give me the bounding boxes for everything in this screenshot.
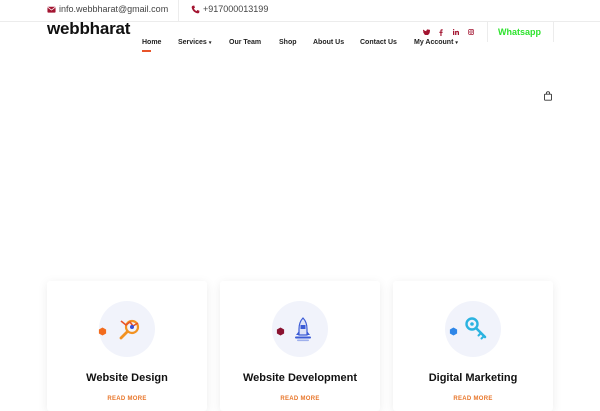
nav-label: About Us [313,39,345,46]
nav-label: Home [142,39,162,46]
card-title: Website Development [242,372,358,384]
nav-label: Our Team [229,39,262,46]
nav-label: Contact Us [360,39,397,46]
nav-item-shop[interactable]: Shop [279,39,297,46]
phone-text: +917000013199 [203,4,269,14]
instagram-icon[interactable] [467,28,475,36]
divider [553,22,554,42]
chevron-down-icon: ▾ [208,40,212,46]
phone-icon [191,5,200,14]
shopping-bag-icon[interactable] [543,88,553,101]
hexagon-icon [449,323,458,336]
facebook-icon[interactable] [437,28,445,36]
email-contact[interactable]: info.webbharat@gmail.com [47,4,168,14]
nav-item-about-us[interactable]: About Us [313,39,344,46]
service-card-website-development[interactable]: Website Development READ MORE [220,281,380,411]
phone-contact[interactable]: +917000013199 [191,4,268,14]
nav-label: My Account [414,39,454,46]
nav-label: Services [178,39,207,46]
service-card-digital-marketing[interactable]: Digital Marketing READ MORE [393,281,553,411]
whatsapp-button[interactable]: Whatsapp [498,27,541,37]
twitter-icon[interactable] [422,28,430,36]
nav-item-my-account[interactable]: My Account ▾ [414,39,458,46]
nav-item-our-team[interactable]: Our Team [229,39,261,46]
active-underline [142,50,151,52]
icon-background [445,301,501,357]
envelope-icon [47,5,56,14]
rocket-icon [290,315,316,343]
read-more-link[interactable]: READ MORE [393,396,553,402]
divider [178,0,179,21]
icon-background [98,301,155,357]
linkedin-icon[interactable] [452,28,460,36]
nav-item-contact-us[interactable]: Contact Us [360,39,397,46]
hexagon-icon [276,323,285,336]
key-icon [463,315,489,343]
card-title: Website Design [86,372,168,384]
site-logo[interactable]: webbharat [47,19,130,39]
email-text: info.webbharat@gmail.com [59,4,169,14]
design-tools-icon [117,315,143,343]
chevron-down-icon: ▾ [455,40,458,46]
read-more-link[interactable]: READ MORE [220,396,380,402]
nav-label: Shop [279,39,297,46]
hexagon-icon [98,323,107,336]
divider [487,22,488,42]
card-title: Digital Marketing [428,372,518,384]
nav-item-home[interactable]: Home [142,39,162,52]
service-card-website-design[interactable]: Website Design READ MORE [47,281,207,411]
icon-background [272,301,328,357]
read-more-link[interactable]: READ MORE [47,396,207,402]
nav-item-services[interactable]: Services ▾ [178,39,211,46]
